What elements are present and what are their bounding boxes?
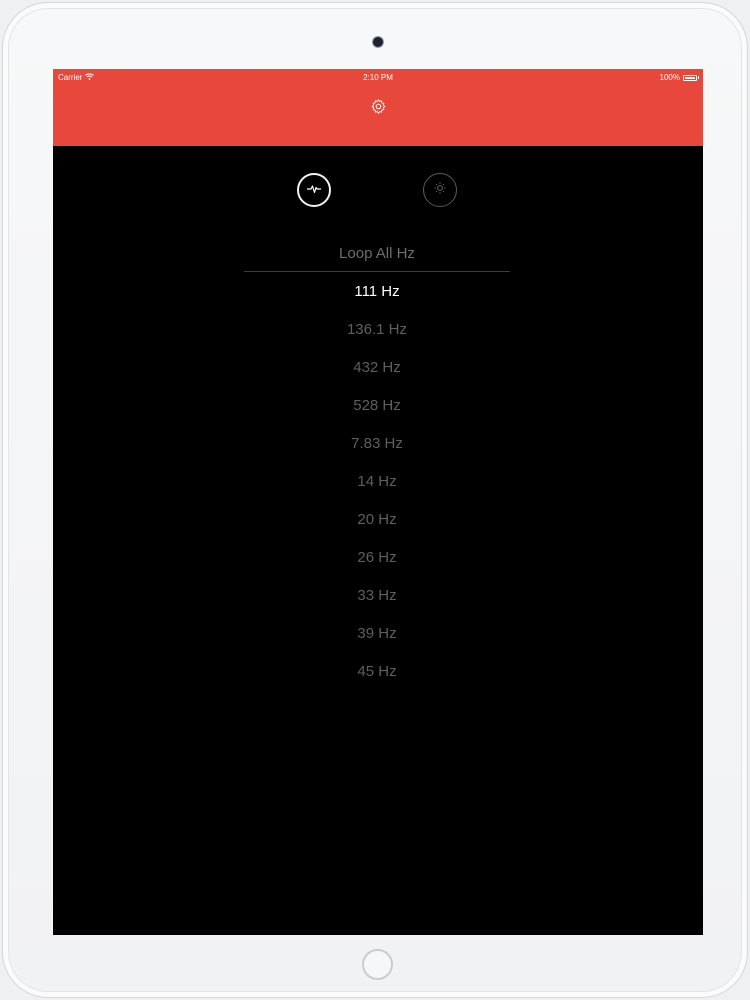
navigation-bar: Carrier 2:10 PM 100%	[53, 69, 703, 146]
app-screen: Carrier 2:10 PM 100% Loop All Hz 111 Hz …	[53, 69, 703, 935]
frequency-item[interactable]: 26 Hz	[244, 539, 510, 577]
frequency-item[interactable]: 136.1 Hz	[244, 311, 510, 349]
frequency-item[interactable]: 432 Hz	[244, 349, 510, 387]
gear-icon	[370, 98, 387, 120]
frequency-item[interactable]: 7.83 Hz	[244, 425, 510, 463]
frequency-item[interactable]: 45 Hz	[244, 653, 510, 691]
status-time: 2:10 PM	[363, 73, 393, 82]
frequency-item[interactable]: 111 Hz	[244, 273, 510, 311]
pulse-wave-icon	[307, 181, 321, 199]
battery-icon	[683, 74, 697, 81]
loop-all-button[interactable]: Loop All Hz	[244, 235, 510, 272]
frequency-item[interactable]: 14 Hz	[244, 463, 510, 501]
ipad-frame: Carrier 2:10 PM 100% Loop All Hz 111 Hz …	[2, 2, 748, 998]
status-bar: Carrier 2:10 PM 100%	[53, 71, 703, 85]
settings-button[interactable]	[368, 99, 388, 119]
frequency-item[interactable]: 20 Hz	[244, 501, 510, 539]
battery-percent: 100%	[659, 73, 680, 82]
pulse-mode-button[interactable]	[297, 173, 331, 207]
home-button[interactable]	[362, 949, 393, 980]
status-right: 100%	[660, 73, 699, 82]
tone-mode-button[interactable]	[423, 173, 457, 207]
frequency-item[interactable]: 33 Hz	[244, 577, 510, 615]
frequency-item[interactable]: 528 Hz	[244, 387, 510, 425]
sun-icon	[434, 181, 446, 199]
frequency-item[interactable]: 39 Hz	[244, 615, 510, 653]
front-camera	[373, 37, 383, 47]
divider	[244, 271, 510, 272]
